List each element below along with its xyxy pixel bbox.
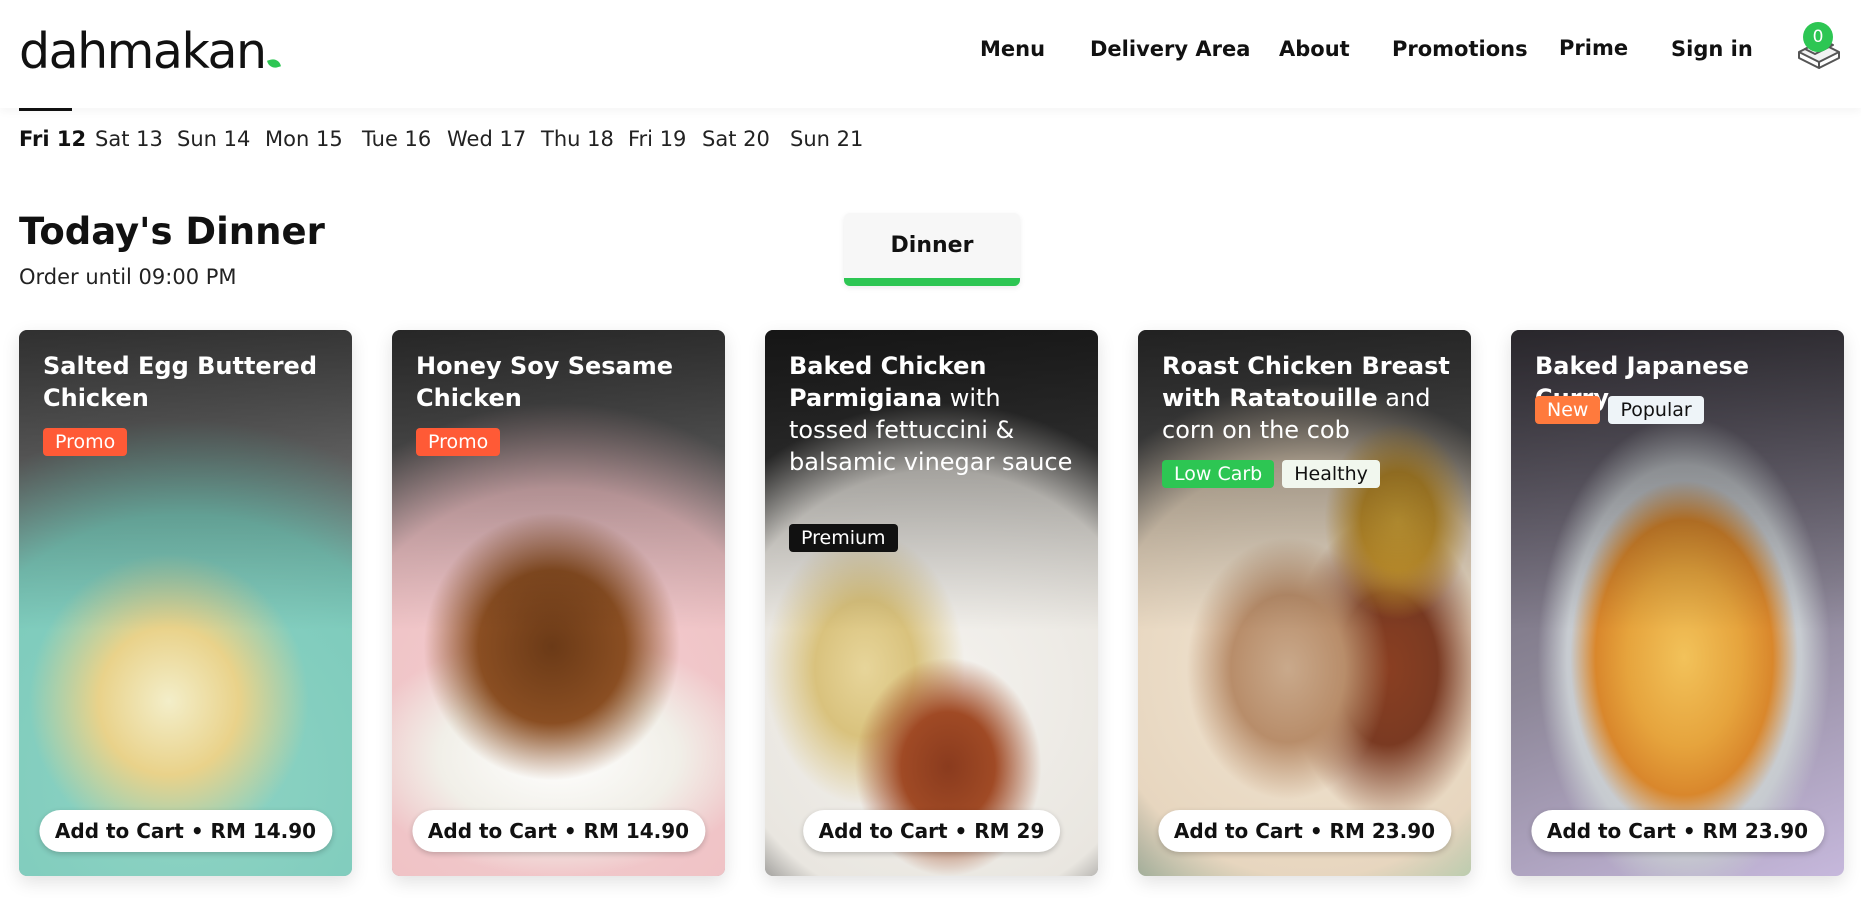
date-tab-mon-15[interactable]: Mon 15 — [265, 124, 343, 154]
brand-name: dahmakan — [19, 23, 267, 80]
add-to-cart-button[interactable]: Add to Cart • RM 23.90 — [1157, 810, 1452, 852]
nav-sign-in[interactable]: Sign in — [1671, 34, 1753, 64]
tab-dinner[interactable]: Dinner — [844, 213, 1020, 286]
meal-card[interactable]: Salted Egg Buttered Chicken Promo Add to… — [19, 330, 352, 876]
page-title: Today's Dinner — [19, 210, 325, 253]
promo-badge: Promo — [416, 428, 501, 456]
date-tab-thu-18[interactable]: Thu 18 — [541, 124, 614, 154]
tag-list: Promo — [43, 428, 128, 456]
tag-list: New Popular — [1535, 396, 1704, 424]
tag-list: Premium — [789, 524, 898, 552]
meal-title: Roast Chicken Breast with Ratatouille an… — [1162, 352, 1450, 444]
low-carb-badge: Low Carb — [1162, 460, 1275, 488]
add-to-cart-button[interactable]: Add to Cart • RM 14.90 — [38, 810, 333, 852]
tag-list: Promo — [416, 428, 501, 456]
nav-about[interactable]: About — [1279, 34, 1350, 64]
nav-prime[interactable]: Prime — [1559, 33, 1628, 63]
date-tab-sun-21[interactable]: Sun 21 — [790, 124, 863, 154]
meal-card[interactable]: Baked Chicken Parmigiana with tossed fet… — [765, 330, 1098, 876]
date-tab-sat-20[interactable]: Sat 20 — [702, 124, 770, 154]
brand-logo[interactable]: dahmakan — [19, 22, 281, 82]
promo-badge: Promo — [43, 428, 128, 456]
leaf-icon — [266, 57, 281, 70]
add-to-cart-button[interactable]: Add to Cart • RM 29 — [802, 810, 1061, 852]
meal-title: Honey Soy Sesame Chicken — [416, 352, 674, 412]
tab-dinner-label: Dinner — [890, 233, 974, 258]
tag-list: Low Carb Healthy — [1162, 460, 1380, 488]
date-tab-fri-19[interactable]: Fri 19 — [628, 124, 686, 154]
meal-title: Baked Chicken Parmigiana with tossed fet… — [789, 352, 1073, 476]
add-to-cart-button[interactable]: Add to Cart • RM 14.90 — [411, 810, 706, 852]
selected-date-underline — [19, 108, 72, 111]
nav-promotions[interactable]: Promotions — [1392, 34, 1528, 64]
date-tab-wed-17[interactable]: Wed 17 — [447, 124, 526, 154]
date-tab-sun-14[interactable]: Sun 14 — [177, 124, 250, 154]
site-header: dahmakan Menu Delivery Area About Promot… — [0, 0, 1861, 108]
add-to-cart-button[interactable]: Add to Cart • RM 23.90 — [1530, 810, 1825, 852]
premium-badge: Premium — [789, 524, 898, 552]
date-tab-tue-16[interactable]: Tue 16 — [362, 124, 431, 154]
date-tab-sat-13[interactable]: Sat 13 — [95, 124, 163, 154]
meal-card[interactable]: Honey Soy Sesame Chicken Promo Add to Ca… — [392, 330, 725, 876]
new-badge: New — [1535, 396, 1601, 424]
popular-badge: Popular — [1608, 396, 1704, 424]
order-deadline: Order until 09:00 PM — [19, 265, 237, 289]
tab-active-indicator — [844, 278, 1020, 286]
meal-card[interactable]: Baked Japanese Curry New Popular Add to … — [1511, 330, 1844, 876]
nav-delivery-area[interactable]: Delivery Area — [1090, 34, 1250, 64]
meal-card[interactable]: Roast Chicken Breast with Ratatouille an… — [1138, 330, 1471, 876]
meal-title: Salted Egg Buttered Chicken — [43, 352, 317, 412]
nav-menu[interactable]: Menu — [980, 34, 1045, 64]
healthy-badge: Healthy — [1282, 460, 1380, 488]
date-tab-fri-12[interactable]: Fri 12 — [19, 124, 86, 154]
cart-count-badge[interactable]: 0 — [1803, 22, 1833, 52]
